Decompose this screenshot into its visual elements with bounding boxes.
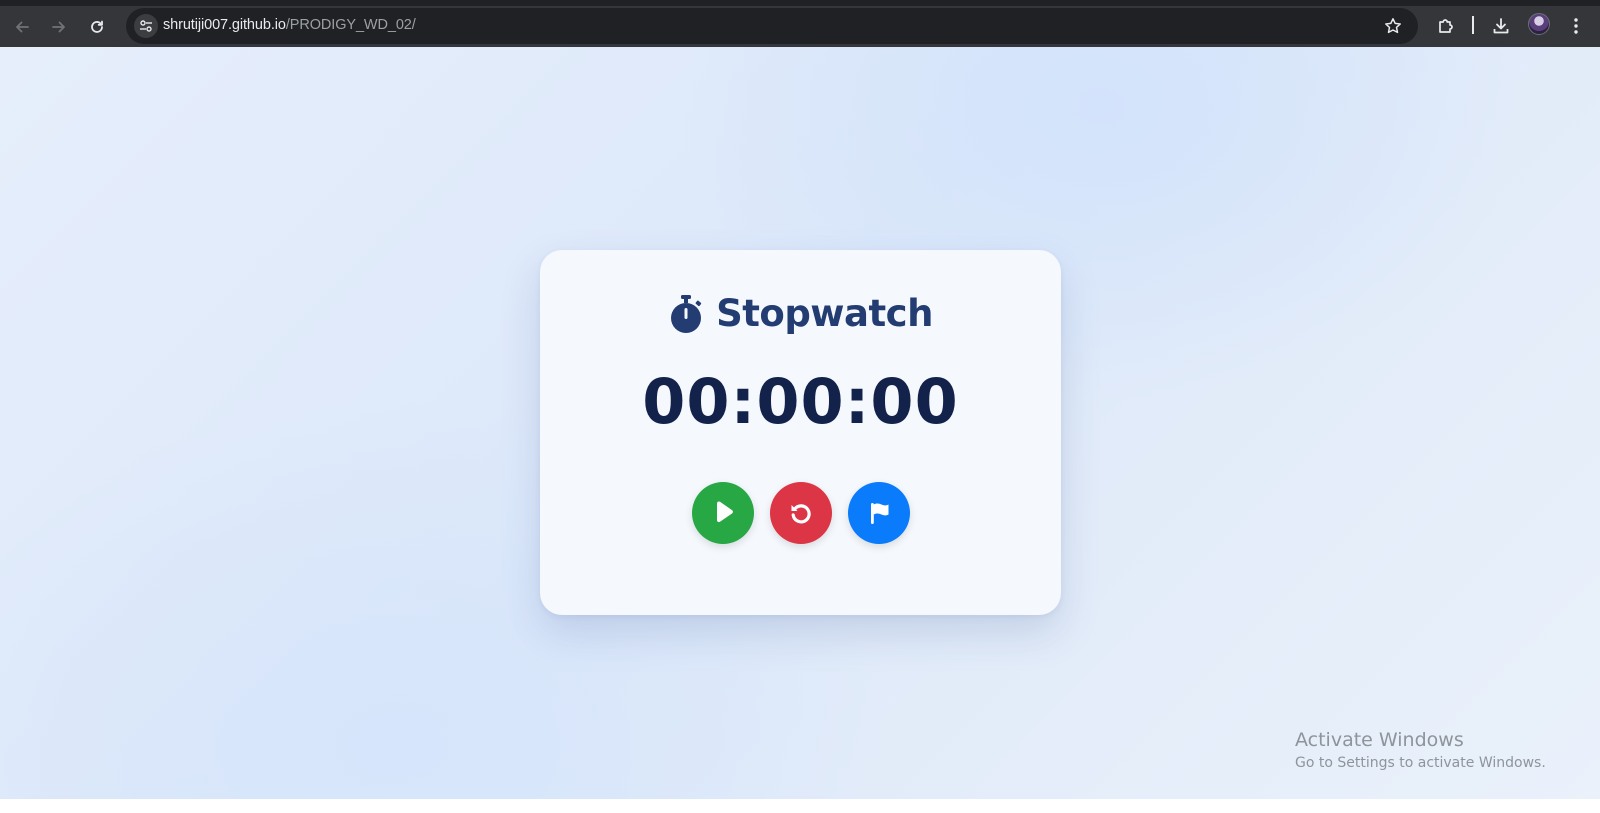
title-row: Stopwatch [540, 292, 1061, 335]
watermark-subtitle: Go to Settings to activate Windows. [1295, 755, 1546, 771]
flag-icon [870, 503, 888, 524]
start-button[interactable] [691, 482, 754, 544]
reload-button[interactable] [84, 14, 110, 40]
windows-watermark: Activate Windows Go to Settings to activ… [1295, 729, 1546, 771]
bookmark-button[interactable] [1382, 15, 1404, 37]
url-text[interactable]: shrutiji007.github.io/PRODIGY_WD_02/ [163, 17, 416, 33]
reset-button[interactable] [769, 482, 832, 544]
lap-button[interactable] [847, 482, 910, 544]
address-bar[interactable]: shrutiji007.github.io/PRODIGY_WD_02/ [126, 8, 1418, 44]
reset-icon [791, 504, 811, 524]
site-info-button[interactable] [134, 14, 158, 38]
avatar[interactable] [1528, 13, 1550, 35]
stopwatch-card: Stopwatch 00:00:00 [540, 250, 1061, 615]
back-button[interactable] [9, 14, 35, 40]
page-title: Stopwatch [716, 292, 933, 335]
browser-toolbar: shrutiji007.github.io/PRODIGY_WD_02/ [0, 0, 1600, 47]
page-background: Stopwatch 00:00:00 [0, 47, 1600, 813]
timer-display: 00:00:00 [642, 365, 959, 438]
tune-icon [140, 20, 152, 32]
forward-button[interactable] [46, 14, 72, 40]
stopwatch-icon [671, 294, 702, 333]
puzzle-icon [1439, 19, 1453, 33]
url-path: /PRODIGY_WD_02/ [285, 17, 416, 33]
kebab-menu-icon [1574, 18, 1578, 34]
extensions-button[interactable] [1432, 12, 1460, 40]
reload-icon [91, 20, 103, 33]
arrow-left-icon [16, 21, 29, 33]
controls [540, 482, 1061, 544]
watermark-title: Activate Windows [1295, 729, 1464, 751]
toolbar-divider [1472, 16, 1474, 34]
url-host: shrutiji007.github.io [163, 17, 286, 33]
downloads-button[interactable] [1487, 12, 1515, 40]
arrow-right-icon [52, 21, 65, 33]
download-icon [1493, 18, 1509, 34]
star-icon [1385, 18, 1401, 34]
play-icon [716, 501, 733, 523]
menu-button[interactable] [1562, 12, 1590, 40]
